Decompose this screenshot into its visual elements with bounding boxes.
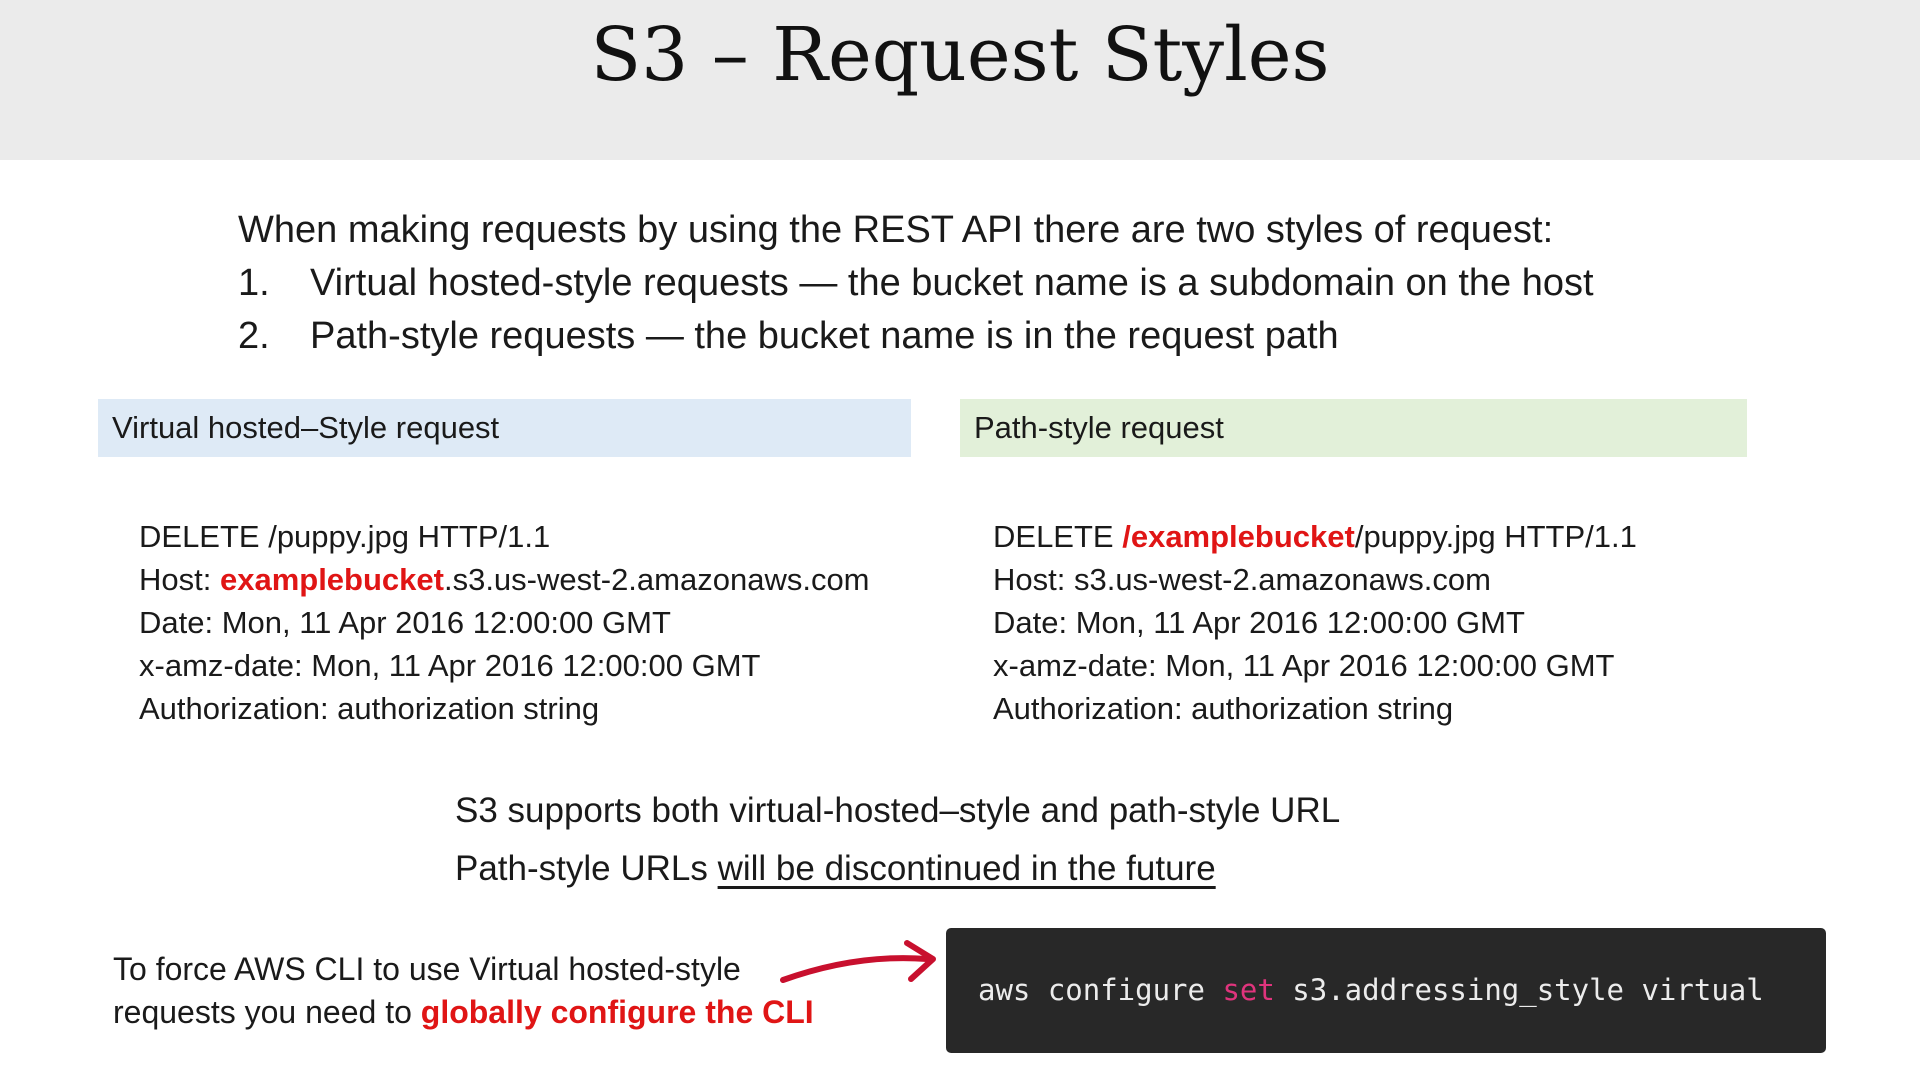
intro-block: When making requests by using the REST A… — [238, 204, 1594, 363]
path-request-line: DELETE /examplebucket/puppy.jpg HTTP/1.1 — [993, 515, 1637, 558]
force-line-2: requests you need to globally configure … — [113, 991, 814, 1034]
path-style-request: DELETE /examplebucket/puppy.jpg HTTP/1.1… — [993, 515, 1637, 730]
cli-command-box[interactable]: aws configure set s3.addressing_style vi… — [946, 928, 1826, 1053]
virtual-request-line: DELETE /puppy.jpg HTTP/1.1 — [139, 519, 551, 554]
discontinued-note: will be discontinued in the future — [717, 849, 1216, 888]
path-style-header: Path-style request — [960, 399, 1747, 457]
intro-item-2-number: 2. — [238, 315, 270, 357]
arrow-icon — [780, 940, 936, 983]
path-request-bucket: /examplebucket — [1122, 519, 1355, 554]
force-cli-note: To force AWS CLI to use Virtual hosted-s… — [113, 948, 814, 1034]
virtual-hosted-request: DELETE /puppy.jpg HTTP/1.1 Host: example… — [139, 515, 870, 730]
virtual-amz-date-line: x-amz-date: Mon, 11 Apr 2016 12:00:00 GM… — [139, 648, 761, 683]
path-request-rest: /puppy.jpg HTTP/1.1 — [1354, 519, 1637, 554]
path-host-line: Host: s3.us-west-2.amazonaws.com — [993, 562, 1491, 597]
intro-item-2-text: Path-style requests — the bucket name is… — [310, 315, 1339, 357]
intro-item-1: 1. Virtual hosted-style requests — the bu… — [238, 257, 1594, 310]
support-note: S3 supports both virtual-hosted–style an… — [455, 782, 1340, 898]
path-request-method: DELETE — [993, 519, 1123, 554]
force-line-1: To force AWS CLI to use Virtual hosted-s… — [113, 951, 741, 987]
command-part-1: aws configure — [978, 973, 1223, 1007]
virtual-host-label: Host: — [139, 562, 220, 597]
path-date-line: Date: Mon, 11 Apr 2016 12:00:00 GMT — [993, 605, 1525, 640]
force-line-2-emphasis: globally configure the CLI — [420, 994, 814, 1030]
virtual-auth-line: Authorization: authorization string — [139, 691, 600, 726]
virtual-host-line: Host: examplebucket.s3.us-west-2.amazona… — [139, 558, 870, 601]
intro-item-1-text: Virtual hosted-style requests — the buck… — [310, 262, 1594, 304]
support-line-2: Path-style URLs will be discontinued in … — [455, 840, 1340, 898]
command-keyword: set — [1222, 973, 1275, 1007]
intro-lead: When making requests by using the REST A… — [238, 209, 1554, 251]
virtual-host-bucket: examplebucket — [219, 562, 444, 597]
path-auth-line: Authorization: authorization string — [993, 691, 1454, 726]
support-line-2-prefix: Path-style URLs — [455, 849, 718, 888]
command-part-2: s3.addressing_style virtual — [1274, 973, 1764, 1007]
intro-item-2: 2. Path-style requests — the bucket name … — [238, 310, 1594, 363]
virtual-host-domain: .s3.us-west-2.amazonaws.com — [443, 562, 870, 597]
virtual-hosted-header: Virtual hosted–Style request — [98, 399, 911, 457]
virtual-date-line: Date: Mon, 11 Apr 2016 12:00:00 GMT — [139, 605, 671, 640]
support-line-1: S3 supports both virtual-hosted–style an… — [455, 791, 1341, 830]
intro-item-1-number: 1. — [238, 262, 270, 304]
force-line-2-prefix: requests you need to — [113, 994, 421, 1030]
path-amz-date-line: x-amz-date: Mon, 11 Apr 2016 12:00:00 GM… — [993, 648, 1615, 683]
slide-title: S3 – Request Styles — [590, 12, 1330, 98]
